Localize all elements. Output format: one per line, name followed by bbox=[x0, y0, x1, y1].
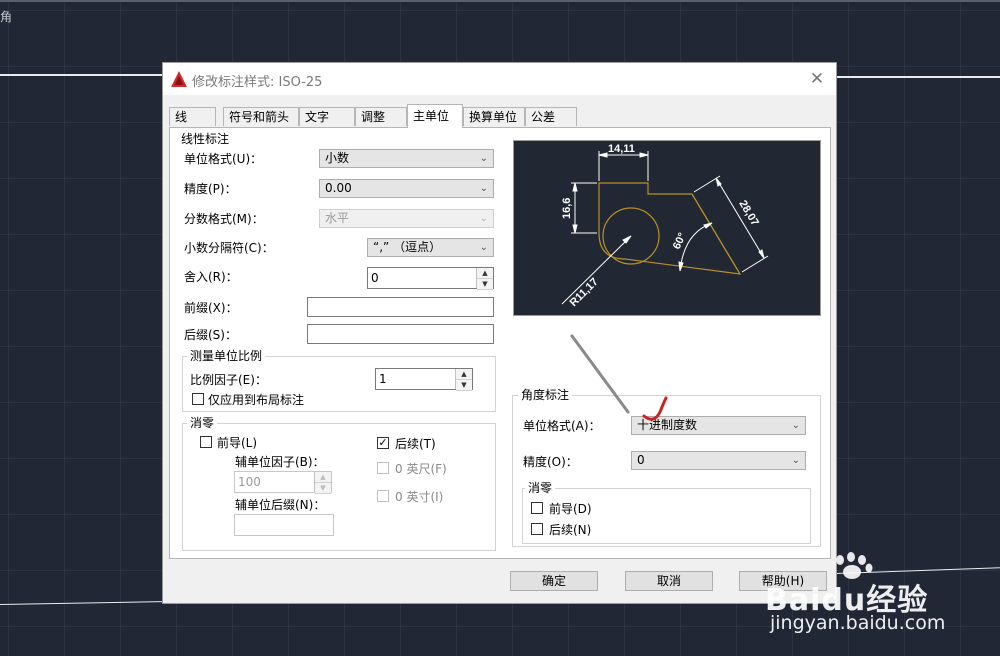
spin-up-icon[interactable]: ▲ bbox=[477, 268, 493, 279]
chevron-down-icon: ⌄ bbox=[479, 242, 488, 253]
angular-zero-label: 消零 bbox=[525, 481, 556, 495]
trailing-zero-checkbox[interactable]: ✓ bbox=[377, 437, 389, 449]
cad-top-border bbox=[0, 0, 1000, 2]
prefix-input[interactable] bbox=[307, 297, 494, 317]
sub-unit-factor-label: 辅单位因子(B)： bbox=[235, 455, 325, 469]
measurement-scale-label: 测量单位比例 bbox=[187, 349, 266, 363]
sub-unit-factor-value: 100 bbox=[238, 475, 261, 489]
precision-label: 精度(P)： bbox=[184, 182, 237, 196]
cad-line bbox=[0, 74, 162, 76]
spin-up-icon: ▲ bbox=[315, 472, 331, 483]
preview-part-geometry bbox=[598, 182, 742, 275]
preview-dim-top: 14,11 bbox=[608, 143, 635, 155]
decimal-separator-label: 小数分隔符(C)： bbox=[184, 241, 274, 255]
precision-select[interactable]: 0.00 ⌄ bbox=[319, 179, 494, 198]
tab-alternate-units[interactable]: 换算单位 bbox=[463, 107, 525, 126]
tab-text[interactable]: 文字 bbox=[299, 107, 355, 126]
leading-zero-label: 前导(L) bbox=[217, 436, 258, 450]
inches-zero-label: 0 英寸(I) bbox=[395, 490, 444, 504]
spinner-buttons: ▲ ▼ bbox=[314, 472, 331, 494]
angular-trailing-checkbox[interactable] bbox=[531, 523, 543, 535]
layout-only-checkbox[interactable] bbox=[192, 393, 204, 405]
chevron-down-icon: ⌄ bbox=[791, 455, 800, 466]
chevron-down-icon: ⌄ bbox=[791, 420, 800, 431]
ok-button[interactable]: 确定 bbox=[510, 571, 598, 591]
red-mark-icon bbox=[642, 396, 668, 421]
spin-down-icon[interactable]: ▼ bbox=[456, 380, 472, 391]
cad-line bbox=[835, 76, 1000, 78]
dialog-title: 修改标注样式: ISO-25 bbox=[192, 75, 323, 90]
sub-unit-suffix-label: 辅单位后缀(N)： bbox=[235, 498, 326, 512]
zero-suppression-label: 消零 bbox=[187, 416, 218, 430]
spin-down-icon[interactable]: ▼ bbox=[477, 279, 493, 290]
prefix-label: 前缀(X)： bbox=[184, 301, 238, 315]
fraction-format-select: 水平 ⌄ bbox=[319, 209, 494, 228]
trailing-zero-label: 后续(T) bbox=[395, 437, 436, 451]
round-off-label: 舍入(R)： bbox=[184, 270, 238, 284]
dimension-preview: 14,11 16,6 28,07 60° R11,17 bbox=[513, 140, 821, 316]
unit-format-value: 小数 bbox=[325, 151, 350, 165]
fraction-format-label: 分数格式(M)： bbox=[184, 212, 264, 226]
spin-down-icon: ▼ bbox=[315, 483, 331, 494]
angular-precision-label: 精度(O)： bbox=[523, 455, 578, 469]
baidu-watermark-url: jingyan.baidu.com bbox=[770, 612, 946, 634]
unit-format-select[interactable]: 小数 ⌄ bbox=[319, 149, 494, 168]
feet-zero-label: 0 英尺(F) bbox=[395, 462, 447, 476]
layout-only-label: 仅应用到布局标注 bbox=[208, 393, 305, 407]
round-off-spinner[interactable]: 0 ▲ ▼ bbox=[367, 267, 494, 290]
spinner-buttons[interactable]: ▲ ▼ bbox=[476, 268, 493, 290]
dialog-titlebar[interactable]: 修改标注样式: ISO-25 ✕ bbox=[163, 63, 836, 95]
sub-unit-suffix-input bbox=[234, 514, 334, 536]
angular-leading-checkbox[interactable] bbox=[531, 502, 543, 514]
chevron-down-icon: ⌄ bbox=[479, 183, 488, 194]
angular-precision-value: 0 bbox=[637, 453, 645, 467]
close-button[interactable]: ✕ bbox=[806, 69, 828, 89]
spin-up-icon[interactable]: ▲ bbox=[456, 369, 472, 380]
sub-unit-factor-spinner: 100 ▲ ▼ bbox=[234, 471, 332, 494]
tab-fit[interactable]: 调整 bbox=[355, 107, 407, 126]
decimal-separator-value: “,” （逗点） bbox=[373, 240, 442, 254]
cancel-button[interactable]: 取消 bbox=[625, 571, 713, 591]
preview-dim-right: 28,07 bbox=[736, 198, 760, 228]
angular-trailing-label: 后续(N) bbox=[549, 523, 592, 537]
preview-dim-left: 16,6 bbox=[561, 198, 573, 219]
cad-corner-text: 角 bbox=[0, 10, 13, 24]
suffix-input[interactable] bbox=[307, 324, 494, 344]
decimal-separator-select[interactable]: “,” （逗点） ⌄ bbox=[367, 238, 494, 257]
chevron-down-icon: ⌄ bbox=[479, 153, 488, 164]
scale-factor-spinner[interactable]: 1 ▲ ▼ bbox=[375, 368, 473, 391]
precision-value: 0.00 bbox=[325, 181, 352, 195]
primary-units-panel: 线性标注 单位格式(U)： 小数 ⌄ 精度(P)： 0.00 ⌄ 分数格式(M)… bbox=[169, 127, 831, 559]
feet-zero-checkbox bbox=[377, 462, 389, 474]
chevron-down-icon: ⌄ bbox=[479, 213, 488, 224]
autocad-logo-icon bbox=[171, 71, 187, 87]
tab-symbols-arrows[interactable]: 符号和箭头 bbox=[223, 107, 299, 126]
modify-dimension-style-dialog: 修改标注样式: ISO-25 ✕ 线 符号和箭头 文字 调整 主单位 换算单位 … bbox=[162, 62, 837, 604]
inches-zero-checkbox bbox=[377, 490, 389, 502]
leading-zero-checkbox[interactable] bbox=[200, 436, 212, 448]
scale-factor-label: 比例因子(E)： bbox=[190, 373, 267, 387]
linear-group-label: 线性标注 bbox=[178, 132, 233, 146]
tab-lines[interactable]: 线 bbox=[169, 107, 216, 126]
angular-leading-label: 前导(D) bbox=[549, 502, 592, 516]
tab-tolerances[interactable]: 公差 bbox=[525, 107, 577, 126]
scale-factor-value: 1 bbox=[379, 372, 387, 386]
suffix-label: 后缀(S)： bbox=[184, 328, 237, 342]
spinner-buttons[interactable]: ▲ ▼ bbox=[455, 369, 472, 391]
angular-precision-select[interactable]: 0 ⌄ bbox=[631, 451, 806, 470]
unit-format-label: 单位格式(U)： bbox=[184, 152, 263, 166]
round-off-value: 0 bbox=[371, 271, 379, 285]
fraction-format-value: 水平 bbox=[325, 211, 350, 225]
tab-primary-units[interactable]: 主单位 bbox=[407, 104, 463, 128]
preview-radius: R11,17 bbox=[568, 276, 601, 309]
